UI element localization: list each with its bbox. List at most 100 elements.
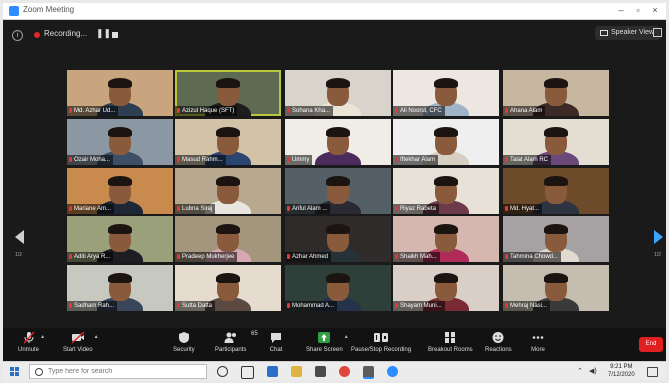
participant-tile[interactable]: Sadham Rah...	[67, 265, 173, 311]
gallery-view: 1/2 1/2 Md. Azhar Ud... Azizul Haque (SFT…	[3, 50, 666, 328]
participant-tile[interactable]: Pradeep Mukherjee	[175, 216, 281, 262]
participant-name: Ummy	[292, 157, 310, 163]
participant-name: Sutta Datta	[182, 303, 213, 309]
breakout-rooms-button[interactable]: Breakout Rooms	[428, 331, 473, 353]
participant-tile[interactable]: Ozair Moha...	[67, 119, 173, 165]
participant-name: Iftekhar Alam	[400, 157, 436, 163]
participant-hair	[216, 127, 240, 137]
start-video-button[interactable]: Start Video ▲	[63, 331, 99, 353]
clock-time: 9:21 PM	[610, 364, 633, 370]
participant-name-label: Sohana Kha...	[285, 106, 334, 116]
participant-tile[interactable]: Lubna Siraj	[175, 168, 281, 214]
participant-name: Aditi Arya R...	[74, 254, 111, 260]
video-options-chevron-icon[interactable]: ▲	[94, 334, 99, 340]
end-meeting-button[interactable]: End	[639, 337, 663, 352]
participants-button[interactable]: Participants 65	[215, 331, 258, 353]
muted-mic-icon	[395, 157, 398, 162]
participant-tile[interactable]: Mariane Am...	[67, 168, 173, 214]
participant-name-label: Talat Alam RC	[503, 155, 552, 165]
zoom-logo-icon	[9, 6, 19, 16]
participant-tile[interactable]: Aditi Arya R...	[67, 216, 173, 262]
participant-tile[interactable]: Riyaz Rabeta	[393, 168, 499, 214]
participant-tile[interactable]: Ummy	[285, 119, 391, 165]
participant-tile[interactable]: Iftekhar Alam	[393, 119, 499, 165]
muted-mic-icon	[177, 108, 180, 113]
participant-tile[interactable]: Mehraj Nasi...	[503, 265, 609, 311]
participant-name-label: Tahmina Chowd...	[503, 252, 562, 262]
chrome-icon[interactable]	[339, 366, 350, 377]
reactions-button[interactable]: Reactions	[485, 331, 512, 353]
participant-tile[interactable]: Shayam Muni...	[393, 265, 499, 311]
participant-tile[interactable]: Md. Hyat...	[503, 168, 609, 214]
participant-name-label: Sutta Datta	[175, 301, 216, 311]
participant-name-label: Azizul Haque (SFT)	[175, 106, 238, 116]
participant-tile[interactable]: Masud Rahm...	[175, 119, 281, 165]
windows-taskbar: ⌃ ◀) 9:21 PM 7/12/2020	[3, 361, 666, 380]
participant-tile[interactable]: Sutta Datta	[175, 265, 281, 311]
edge-browser-icon[interactable]	[267, 366, 278, 377]
participant-name-label: Md. Azhar Ud...	[67, 106, 119, 116]
muted-mic-icon	[177, 157, 180, 162]
participant-tile[interactable]: Shaikh Mah...	[393, 216, 499, 262]
notifications-icon[interactable]	[647, 367, 658, 377]
meeting-info-icon[interactable]: i	[12, 30, 23, 41]
next-page-arrow-icon[interactable]	[654, 230, 663, 244]
photos-icon[interactable]	[363, 366, 374, 379]
participant-hair	[544, 176, 568, 186]
participant-tile[interactable]: Azhar Ahmed	[285, 216, 391, 262]
stop-recording-icon[interactable]	[112, 32, 118, 38]
speaker-view-button[interactable]: Speaker View	[595, 26, 661, 40]
fullscreen-icon[interactable]	[653, 28, 662, 37]
task-view-icon[interactable]	[241, 366, 254, 379]
participant-name-label: Mehraj Nasi...	[503, 301, 551, 311]
unmute-button[interactable]: Unmute ▲	[18, 331, 45, 353]
zoom-taskbar-icon[interactable]	[387, 366, 398, 377]
participant-tile[interactable]: Talat Alam RC	[503, 119, 609, 165]
participant-tile[interactable]: Ali Noorul, CFC	[393, 70, 499, 116]
participant-tile[interactable]: Ariful Alam ...	[285, 168, 391, 214]
participant-hair	[108, 78, 132, 88]
previous-page-arrow-icon[interactable]	[15, 230, 24, 244]
participant-hair	[216, 78, 240, 88]
participant-hair	[434, 176, 458, 186]
participant-hair	[326, 127, 350, 137]
share-options-chevron-icon[interactable]: ▲	[344, 334, 349, 340]
grid-view-icon	[600, 30, 608, 36]
store-icon[interactable]	[315, 366, 326, 377]
windows-start-icon[interactable]	[10, 367, 20, 377]
participant-tile[interactable]: Mohammad A...	[285, 265, 391, 311]
pause-recording-icon[interactable]: ❚❚	[96, 28, 111, 39]
more-button[interactable]: More	[531, 331, 545, 353]
taskbar-search-box[interactable]	[29, 364, 207, 379]
participant-tile[interactable]: Ahana Alam	[503, 70, 609, 116]
audio-options-chevron-icon[interactable]: ▲	[40, 334, 45, 340]
file-explorer-icon[interactable]	[291, 366, 302, 377]
participant-hair	[544, 224, 568, 234]
participant-name: Mariane Am...	[74, 206, 112, 212]
participant-tile[interactable]: Azizul Haque (SFT)	[175, 70, 281, 116]
muted-mic-icon	[177, 303, 180, 308]
share-screen-button[interactable]: Share Screen ▲	[306, 331, 349, 353]
maximize-icon[interactable]: ▫	[630, 4, 646, 17]
chat-button[interactable]: Chat	[269, 331, 283, 353]
taskbar-clock[interactable]: 9:21 PM 7/12/2020	[608, 363, 635, 379]
participant-name-label: Ummy	[285, 155, 313, 165]
pause-stop-recording-button[interactable]: Pause/Stop Recording	[351, 331, 411, 353]
pause-stop-recording-label: Pause/Stop Recording	[351, 347, 412, 353]
close-icon[interactable]: ×	[647, 4, 663, 17]
unmute-label: Unmute	[18, 347, 40, 353]
taskbar-search-input[interactable]	[48, 366, 198, 377]
participant-name-label: Ali Noorul, CFC	[393, 106, 445, 116]
minimize-icon[interactable]: –	[613, 4, 629, 17]
share-screen-label: Share Screen	[306, 347, 343, 353]
participant-tile[interactable]: Sohana Kha...	[285, 70, 391, 116]
participant-hair	[326, 224, 350, 234]
speaker-view-label: Speaker View	[611, 29, 655, 36]
network-icon[interactable]: ⌃	[577, 367, 583, 375]
volume-icon[interactable]: ◀)	[589, 367, 597, 375]
participant-name: Md. Azhar Ud...	[74, 108, 116, 114]
cortana-icon[interactable]	[217, 366, 228, 377]
participant-tile[interactable]: Tahmina Chowd...	[503, 216, 609, 262]
participant-tile[interactable]: Md. Azhar Ud...	[67, 70, 173, 116]
security-button[interactable]: Security	[173, 331, 195, 353]
